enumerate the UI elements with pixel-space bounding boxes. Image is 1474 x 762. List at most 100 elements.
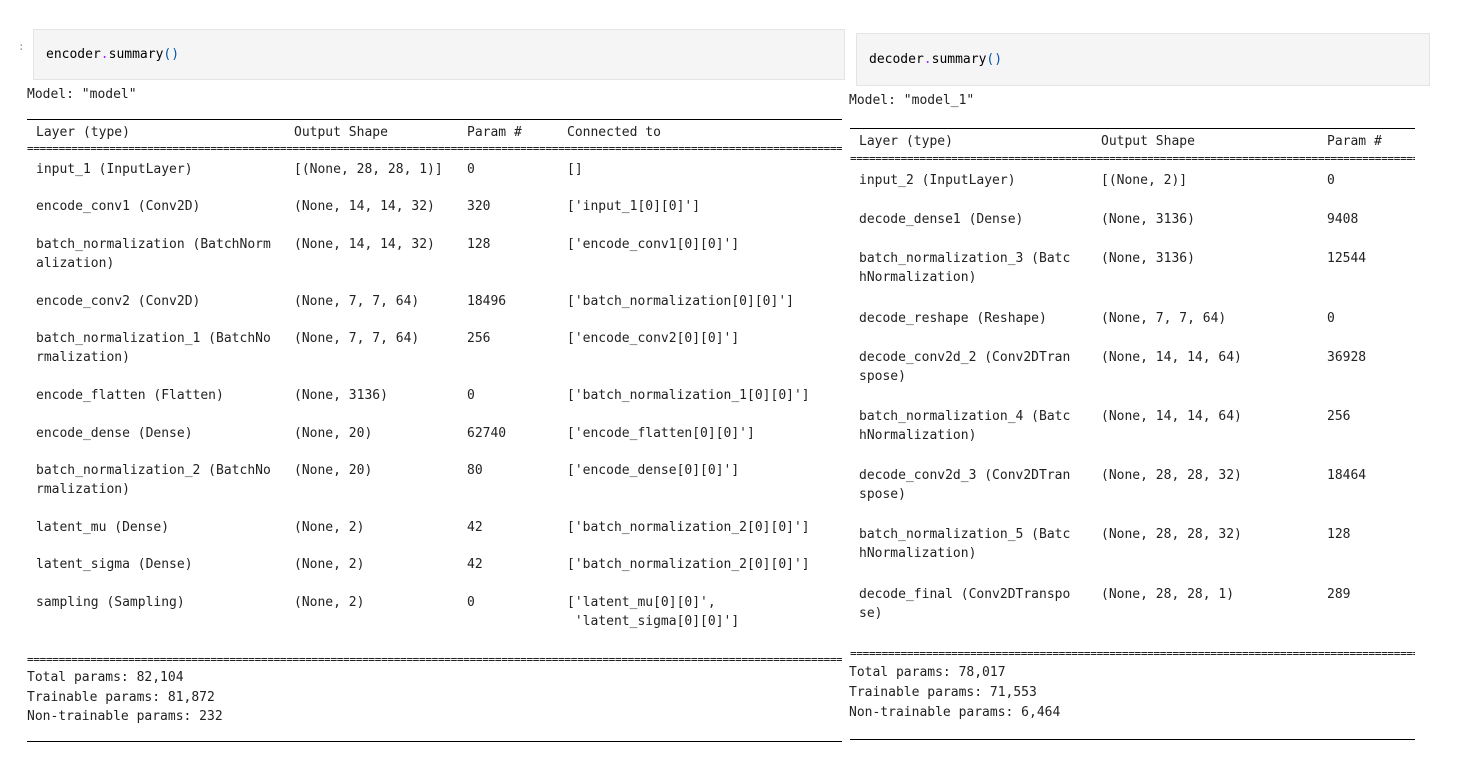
- layer-name: batch_normalization_4 (Batc hNormalizati…: [859, 409, 1071, 443]
- trainable-params: Trainable params: 81,872: [27, 689, 215, 705]
- encoder-code[interactable]: encoder.summary(): [46, 47, 179, 62]
- double-rule: ========================================…: [27, 145, 842, 153]
- code-dot: .: [923, 52, 932, 67]
- header-layer-type: Layer (type): [36, 125, 130, 140]
- layer-name: decode_reshape (Reshape): [859, 311, 1047, 326]
- output-shape: (None, 3136): [294, 388, 388, 403]
- layer-name: batch_normalization_3 (Batc hNormalizati…: [859, 251, 1071, 285]
- connected-to: ['encode_flatten[0][0]']: [567, 426, 755, 441]
- param-count: 0: [467, 595, 475, 610]
- connected-to: []: [567, 162, 583, 177]
- code-method: summary: [108, 47, 164, 62]
- connected-to: ['encode_conv2[0][0]']: [567, 331, 740, 346]
- output-shape: (None, 20): [294, 426, 373, 441]
- output-shape: (None, 2): [294, 557, 365, 572]
- output-shape: (None, 14, 14, 64): [1101, 350, 1242, 365]
- top-rule: [27, 119, 842, 120]
- output-shape: (None, 7, 7, 64): [294, 331, 420, 346]
- trainable-params: Trainable params: 71,553: [849, 685, 1037, 700]
- output-shape: (None, 3136): [1101, 251, 1195, 266]
- connected-to: ['batch_normalization[0][0]']: [567, 294, 794, 309]
- output-shape: (None, 3136): [1101, 212, 1195, 227]
- output-shape: (None, 14, 14, 32): [294, 237, 435, 252]
- model-name-line: Model: "model": [27, 87, 137, 102]
- layer-name: input_1 (InputLayer): [36, 162, 193, 177]
- param-count: 42: [467, 557, 483, 572]
- layer-name: input_2 (InputLayer): [859, 173, 1016, 188]
- header-output-shape: Output Shape: [294, 125, 388, 140]
- layer-name: batch_normalization_2 (BatchNo rmalizati…: [36, 463, 271, 497]
- code-parens: (): [163, 47, 180, 62]
- param-count: 256: [467, 331, 491, 346]
- bottom-rule: [27, 741, 842, 742]
- param-count: 320: [467, 199, 491, 214]
- model-name-line: Model: "model_1": [849, 93, 975, 108]
- non-trainable-params: Non-trainable params: 232: [27, 709, 223, 724]
- output-shape: (None, 2): [294, 595, 365, 610]
- layer-name: encode_conv2 (Conv2D): [36, 294, 201, 309]
- layer-name: decode_final (Conv2DTranspo se): [859, 587, 1071, 621]
- connected-to: ['batch_normalization_2[0][0]']: [567, 520, 810, 535]
- param-count: 36928: [1327, 350, 1367, 365]
- param-count: 0: [467, 162, 475, 177]
- layer-name: batch_normalization (BatchNorm alization…: [36, 237, 271, 271]
- header-output-shape: Output Shape: [1101, 134, 1195, 149]
- param-count: 128: [1327, 527, 1351, 542]
- top-rule: [850, 128, 1415, 129]
- param-count: 80: [467, 463, 483, 478]
- param-count: 62740: [467, 426, 507, 441]
- layer-name: decode_conv2d_3 (Conv2DTran spose): [859, 468, 1071, 502]
- code-method: summary: [931, 52, 987, 67]
- code-object: encoder: [46, 47, 101, 62]
- non-trainable-params: Non-trainable params: 6,464: [849, 705, 1061, 720]
- param-count: 18464: [1327, 468, 1367, 483]
- header-param-count: Param #: [1327, 134, 1382, 149]
- output-shape: [(None, 2)]: [1101, 173, 1188, 188]
- double-rule: ========================================…: [27, 656, 842, 664]
- layer-name: sampling (Sampling): [36, 595, 185, 610]
- param-count: 0: [467, 388, 475, 403]
- param-count: 18496: [467, 294, 507, 309]
- prompt-mark: :: [18, 40, 25, 53]
- layer-name: batch_normalization_1 (BatchNo rmalizati…: [36, 331, 271, 365]
- output-shape: (None, 14, 14, 64): [1101, 409, 1242, 424]
- param-count: 289: [1327, 587, 1351, 602]
- decoder-code-cell[interactable]: decoder.summary(): [856, 33, 1430, 86]
- output-shape: (None, 14, 14, 32): [294, 199, 435, 214]
- encoder-code-cell[interactable]: encoder.summary(): [33, 29, 845, 80]
- param-count: 256: [1327, 409, 1351, 424]
- double-rule: ========================================…: [850, 155, 1415, 163]
- param-count: 128: [467, 237, 491, 252]
- layer-name: encode_flatten (Flatten): [36, 388, 224, 403]
- decoder-code[interactable]: decoder.summary(): [869, 52, 1002, 67]
- layer-name: encode_conv1 (Conv2D): [36, 199, 201, 214]
- bottom-rule: [850, 739, 1415, 740]
- output-shape: (None, 7, 7, 64): [1101, 311, 1227, 326]
- param-count: 9408: [1327, 212, 1359, 227]
- layer-name: decode_dense1 (Dense): [859, 212, 1024, 227]
- code-object: decoder: [869, 52, 924, 67]
- output-shape: (None, 28, 28, 32): [1101, 527, 1242, 542]
- output-shape: (None, 7, 7, 64): [294, 294, 420, 309]
- code-parens: (): [986, 52, 1003, 67]
- total-params: Total params: 82,104: [27, 670, 184, 685]
- layer-name: encode_dense (Dense): [36, 426, 193, 441]
- connected-to: ['latent_mu[0][0]', 'latent_sigma[0][0]'…: [567, 595, 740, 629]
- layer-name: latent_sigma (Dense): [36, 557, 193, 572]
- output-shape: (None, 28, 28, 1): [1101, 587, 1235, 602]
- code-dot: .: [100, 47, 109, 62]
- encoder-output: Model: "model" Layer (type) Output Shape P…: [27, 84, 842, 754]
- output-shape: (None, 28, 28, 32): [1101, 468, 1242, 483]
- param-count: 0: [1327, 173, 1335, 188]
- header-layer-type: Layer (type): [859, 134, 953, 149]
- connected-to: ['encode_conv1[0][0]']: [567, 237, 740, 252]
- connected-to: ['encode_dense[0][0]']: [567, 463, 740, 478]
- output-shape: [(None, 28, 28, 1)]: [294, 162, 443, 177]
- param-count: 0: [1327, 311, 1335, 326]
- param-count: 42: [467, 520, 483, 535]
- connected-to: ['batch_normalization_2[0][0]']: [567, 557, 810, 572]
- layer-name: batch_normalization_5 (Batc hNormalizati…: [859, 527, 1071, 561]
- connected-to: ['batch_normalization_1[0][0]']: [567, 388, 810, 403]
- double-rule: ========================================…: [850, 650, 1415, 658]
- header-param-count: Param #: [467, 125, 522, 140]
